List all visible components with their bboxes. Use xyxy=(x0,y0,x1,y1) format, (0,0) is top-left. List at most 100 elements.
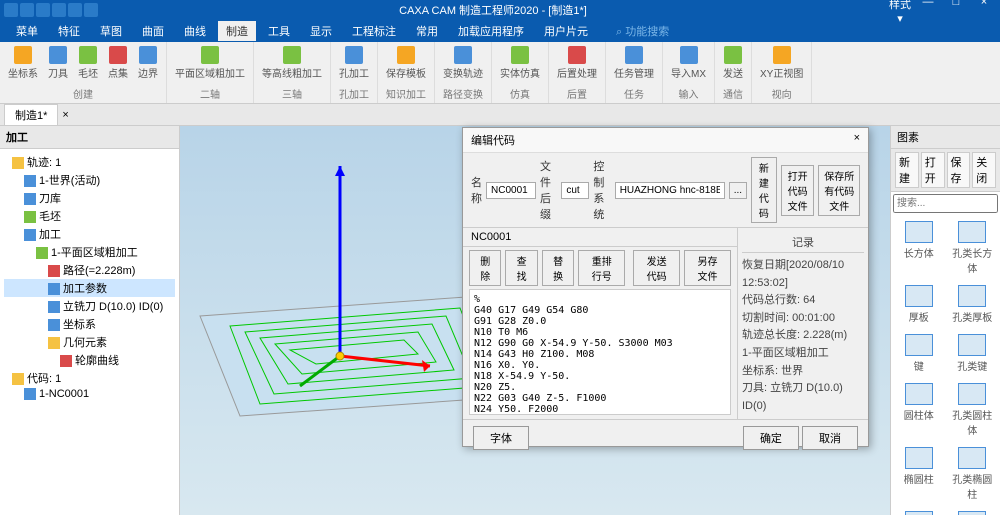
menu-item[interactable]: 工程标注 xyxy=(344,21,404,41)
tree-node[interactable]: 1-世界(活动) xyxy=(4,171,175,189)
dialog-body: NC0001 删除 查找 替换 重排行号 发送代码 另存文件 记录 恢复日期[2… xyxy=(463,227,868,419)
gallery-item[interactable]: 椭圆柱 xyxy=(893,443,945,505)
ribbon-坐标系[interactable]: 坐标系 xyxy=(6,44,40,82)
gallery-search-input[interactable] xyxy=(893,194,998,213)
gallery-item[interactable]: 孔类多棱体 xyxy=(947,507,999,515)
ribbon-后置处理[interactable]: 后置处理 xyxy=(555,44,599,82)
ctrl-browse-button[interactable]: ... xyxy=(729,182,747,199)
ribbon-点集[interactable]: 点集 xyxy=(106,44,130,82)
record-info: 恢复日期[2020/08/10 12:53:02] 代码总行数: 64 切割时间… xyxy=(742,257,864,415)
save-all-code-button[interactable]: 保存所有代码文件 xyxy=(818,165,860,216)
menu-item[interactable]: 制造 xyxy=(218,21,256,41)
ctrl-input[interactable] xyxy=(615,182,725,199)
menu-item[interactable]: 常用 xyxy=(408,21,446,41)
ribbon-边界[interactable]: 边界 xyxy=(136,44,160,82)
tree-node[interactable]: 路径(=2.228m) xyxy=(4,261,175,279)
menu-item[interactable]: 加载应用程序 xyxy=(450,21,532,41)
gallery-item[interactable]: 孔类厚板 xyxy=(947,281,999,328)
menu-search[interactable]: ⌕ 功能搜索 xyxy=(608,21,677,41)
menu-item[interactable]: 曲面 xyxy=(134,21,172,41)
tree-node[interactable]: 轨迹: 1 xyxy=(4,153,175,171)
cancel-button[interactable]: 取消 xyxy=(802,426,858,450)
replace-button[interactable]: 替换 xyxy=(542,250,574,286)
ribbon-XY正视图[interactable]: XY正视图 xyxy=(758,44,805,82)
name-label: 名称 xyxy=(471,174,482,206)
window-title: CAXA CAM 制造工程师2020 - [制造1*] xyxy=(98,2,888,18)
tree-node[interactable]: 毛坯 xyxy=(4,207,175,225)
tree-node[interactable]: 坐标系 xyxy=(4,315,175,333)
record-panel: 记录 恢复日期[2020/08/10 12:53:02] 代码总行数: 64 切… xyxy=(738,228,868,419)
tab-close-icon[interactable]: × xyxy=(62,109,68,121)
qat-icon[interactable] xyxy=(84,3,98,17)
gallery-item[interactable]: 孔类长方体 xyxy=(947,217,999,279)
ribbon-group-label: 任务 xyxy=(624,86,644,101)
font-button[interactable]: 字体 xyxy=(473,426,529,450)
qat-icon[interactable] xyxy=(68,3,82,17)
qat-icon[interactable] xyxy=(20,3,34,17)
new-code-button[interactable]: 新建代码 xyxy=(751,157,777,223)
gallery-toolbar: 新建 打开 保存 关闭 xyxy=(891,149,1000,192)
tree-node[interactable]: 加工 xyxy=(4,225,175,243)
ribbon-任务管理[interactable]: 任务管理 xyxy=(612,44,656,82)
qat-icon[interactable] xyxy=(52,3,66,17)
dialog-close-icon[interactable]: × xyxy=(854,132,860,148)
tree-node[interactable]: 1-平面区域粗加工 xyxy=(4,243,175,261)
gallery-item[interactable]: 键 xyxy=(893,330,945,377)
gallery-item[interactable]: 孔类椭圆柱 xyxy=(947,443,999,505)
tree-node[interactable]: 刀库 xyxy=(4,189,175,207)
ribbon-group-label: 知识加工 xyxy=(386,86,426,101)
ribbon-孔加工[interactable]: 孔加工 xyxy=(337,44,371,82)
menu-item[interactable]: 菜单 xyxy=(8,21,46,41)
menu-item[interactable]: 曲线 xyxy=(176,21,214,41)
gallery-save-button[interactable]: 保存 xyxy=(947,152,971,188)
tree-node[interactable]: 立铣刀 D(10.0) ID(0) xyxy=(4,297,175,315)
renumber-button[interactable]: 重排行号 xyxy=(578,250,625,286)
ribbon-刀具[interactable]: 刀具 xyxy=(46,44,70,82)
menu-item[interactable]: 用户片元 xyxy=(536,21,596,41)
dialog-header: 编辑代码 × xyxy=(463,128,868,153)
tree-node[interactable]: 轮廓曲线 xyxy=(4,351,175,369)
ribbon-等高线粗加工[interactable]: 等高线粗加工 xyxy=(260,44,324,82)
ribbon-保存模板[interactable]: 保存模板 xyxy=(384,44,428,82)
style-switch[interactable]: 样式▾ xyxy=(888,0,912,25)
ribbon-平面区域粗加工[interactable]: 平面区域粗加工 xyxy=(173,44,247,82)
menu-item[interactable]: 特征 xyxy=(50,21,88,41)
ribbon-变换轨迹[interactable]: 变换轨迹 xyxy=(441,44,485,82)
delete-button[interactable]: 删除 xyxy=(469,250,501,286)
gallery-item[interactable]: 多棱体 xyxy=(893,507,945,515)
ok-button[interactable]: 确定 xyxy=(743,426,799,450)
tree-node[interactable]: 1-NC0001 xyxy=(4,387,175,401)
close-button[interactable]: × xyxy=(972,0,996,25)
gallery-item[interactable]: 厚板 xyxy=(893,281,945,328)
minimize-button[interactable]: — xyxy=(916,0,940,25)
save-file-button[interactable]: 另存文件 xyxy=(684,250,731,286)
find-button[interactable]: 查找 xyxy=(505,250,537,286)
qat-icon[interactable] xyxy=(4,3,18,17)
gallery-open-button[interactable]: 打开 xyxy=(921,152,945,188)
menu-item[interactable]: 草图 xyxy=(92,21,130,41)
nc-tab[interactable]: NC0001 xyxy=(463,228,737,247)
document-tabs: 制造1* × xyxy=(0,104,1000,126)
ribbon-发送[interactable]: 发送 xyxy=(721,44,745,82)
tree-node[interactable]: 加工参数 xyxy=(4,279,175,297)
menu-item[interactable]: 显示 xyxy=(302,21,340,41)
gallery-close-button[interactable]: 关闭 xyxy=(972,152,996,188)
ribbon-毛坯[interactable]: 毛坯 xyxy=(76,44,100,82)
gcode-textarea[interactable] xyxy=(469,289,731,415)
qat-icon[interactable] xyxy=(36,3,50,17)
ribbon-导入MX[interactable]: 导入MX xyxy=(669,44,708,82)
doc-tab[interactable]: 制造1* xyxy=(4,104,58,125)
tree-node[interactable]: 几何元素 xyxy=(4,333,175,351)
tree-node[interactable]: 代码: 1 xyxy=(4,369,175,387)
menu-item[interactable]: 工具 xyxy=(260,21,298,41)
ribbon-实体仿真[interactable]: 实体仿真 xyxy=(498,44,542,82)
name-input[interactable] xyxy=(486,182,536,199)
gallery-item[interactable]: 圆柱体 xyxy=(893,379,945,441)
gallery-item[interactable]: 孔类键 xyxy=(947,330,999,377)
gallery-item[interactable]: 长方体 xyxy=(893,217,945,279)
maximize-button[interactable]: □ xyxy=(944,0,968,25)
ext-input[interactable] xyxy=(561,182,589,199)
open-code-button[interactable]: 打开代码文件 xyxy=(781,165,815,216)
send-code-button[interactable]: 发送代码 xyxy=(633,250,680,286)
gallery-item[interactable]: 孔类圆柱体 xyxy=(947,379,999,441)
